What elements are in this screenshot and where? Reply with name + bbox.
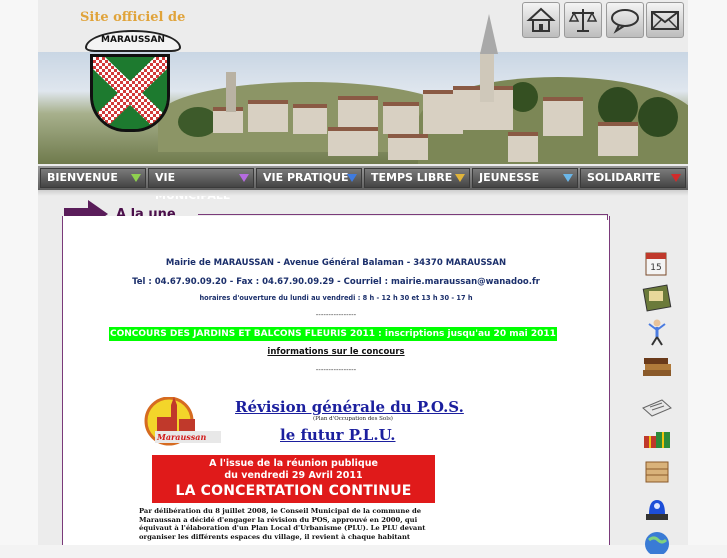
address-text: Mairie de MARAUSSAN - Avenue Général Bal… <box>165 258 507 268</box>
chevron-down-icon <box>563 174 573 182</box>
menu-solidarite[interactable]: SOLIDARITE <box>580 168 686 188</box>
menu-label: VIE PRATIQUE <box>263 171 349 184</box>
concertation-box: A l'issue de la réunion publique du vend… <box>152 455 435 503</box>
siren-icon[interactable] <box>640 494 674 522</box>
menu-temps-libre[interactable]: TEMPS LIBRE <box>364 168 470 188</box>
menu-bienvenue[interactable]: BIENVENUE <box>40 168 146 188</box>
logo-name: MARAUSSAN <box>85 30 181 52</box>
menu-label: TEMPS LIBRE <box>371 171 453 184</box>
church-spire <box>480 14 498 54</box>
bread-icon[interactable] <box>640 458 674 486</box>
newspaper-icon[interactable] <box>640 394 674 422</box>
doc-paragraph: Par délibération du 8 juillet 2008, le C… <box>139 507 451 541</box>
red-line-1: A l'issue de la réunion publique <box>209 458 378 469</box>
doc-title-plu: le futur P.L.U. <box>280 426 396 444</box>
doc-title: Révision générale du P.O.S. <box>235 398 464 416</box>
plu-notice[interactable]: Maraussan Révision générale du P.O.S. (P… <box>105 384 482 545</box>
scales-icon[interactable] <box>564 2 602 38</box>
person-icon[interactable] <box>640 318 674 346</box>
gifts-icon[interactable] <box>640 424 674 452</box>
chevron-down-icon <box>455 174 465 182</box>
top-icon-bar <box>522 2 684 38</box>
chevron-down-icon <box>347 174 357 182</box>
left-margin <box>0 0 38 545</box>
coat-of-arms <box>90 54 170 132</box>
speech-bubble-icon[interactable] <box>606 2 644 38</box>
right-margin <box>688 0 727 545</box>
chevron-down-icon <box>671 174 681 182</box>
page: Site officiel de MARAUSSAN BIENVENUE VIE… <box>0 0 727 556</box>
concours-banner: CONCOURS DES JARDINS ET BALCONS FLEURIS … <box>109 327 557 341</box>
hours-text: horaires d'ouverture du lundi au vendred… <box>199 294 473 302</box>
menu-label: BIENVENUE <box>47 171 118 184</box>
main-menu: BIENVENUE VIE MUNICIPALE VIE PRATIQUE TE… <box>38 166 688 202</box>
svg-text:15: 15 <box>650 263 661 273</box>
globe-icon[interactable] <box>640 526 674 556</box>
concours-info-link[interactable]: informations sur le concours <box>63 347 609 357</box>
contact-text: Tel : 04.67.90.09.20 - Fax : 04.67.90.09… <box>132 277 540 287</box>
calendar-icon[interactable]: 15 <box>640 250 674 278</box>
site-title: Site officiel de <box>80 10 186 25</box>
separator: ---------------- <box>315 311 357 319</box>
heading-rule <box>198 214 608 215</box>
home-icon[interactable] <box>522 2 560 38</box>
town-logo[interactable]: MARAUSSAN <box>85 30 181 132</box>
chevron-down-icon <box>131 174 141 182</box>
menu-label: SOLIDARITE <box>587 171 661 184</box>
books-icon[interactable] <box>640 354 674 382</box>
chevron-down-icon <box>239 174 249 182</box>
menu-vie-municipale[interactable]: VIE MUNICIPALE <box>148 168 254 202</box>
panel-corner <box>607 214 608 220</box>
menu-label: JEUNESSE <box>479 171 540 184</box>
menu-jeunesse[interactable]: JEUNESSE <box>472 168 578 188</box>
news-panel: Mairie de MARAUSSAN - Avenue Général Bal… <box>62 216 610 545</box>
envelope-icon[interactable] <box>646 2 684 38</box>
doc-subtitle: (Plan d'Occupation des Sols) <box>313 416 393 422</box>
menu-vie-pratique[interactable]: VIE PRATIQUE <box>256 168 362 188</box>
notebook-icon[interactable] <box>640 284 674 312</box>
separator: ---------------- <box>315 366 357 374</box>
red-line-2: du vendredi 29 Avril 2011 <box>224 470 363 481</box>
menu-shadow <box>38 190 688 196</box>
red-line-3: LA CONCERTATION CONTINUE <box>175 483 412 499</box>
doc-logo-text: Maraussan <box>157 432 207 442</box>
